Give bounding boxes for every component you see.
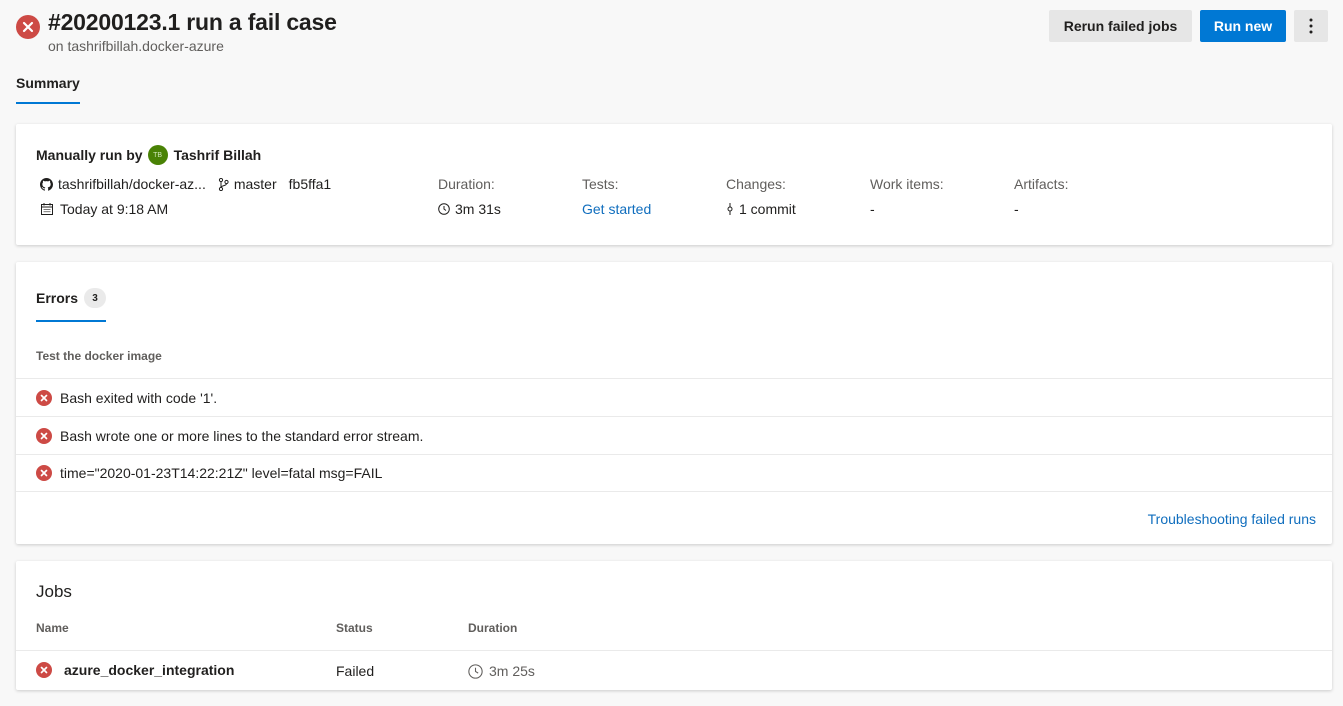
- job-duration-text: 3m 25s: [489, 663, 535, 679]
- troubleshooting-link[interactable]: Troubleshooting failed runs: [1148, 511, 1316, 527]
- run-timestamp: Today at 9:18 AM: [60, 201, 169, 217]
- branch-name[interactable]: master: [234, 176, 277, 192]
- tests-label: Tests:: [582, 176, 619, 192]
- errors-count-badge: 3: [84, 288, 107, 308]
- repo-info: tashrifbillah/docker-az... master fb5ffa…: [40, 176, 331, 192]
- run-by: Manually run by TB Tashrif Billah: [36, 145, 261, 165]
- changes-text[interactable]: 1 commit: [739, 201, 796, 217]
- duration-value: 3m 31s: [438, 201, 501, 217]
- error-message: Bash wrote one or more lines to the stan…: [60, 427, 424, 444]
- column-header-duration: Duration: [468, 621, 518, 635]
- run-by-label: Manually run by: [36, 147, 143, 163]
- duration-text: 3m 31s: [455, 201, 501, 217]
- run-failed-status-icon: [16, 15, 40, 39]
- error-section-title: Test the docker image: [36, 349, 162, 363]
- error-icon: [36, 389, 52, 406]
- calendar-icon: [41, 203, 53, 215]
- commit-hash[interactable]: fb5ffa1: [289, 176, 332, 192]
- list-item[interactable]: Bash wrote one or more lines to the stan…: [16, 416, 1332, 454]
- clock-icon: [438, 203, 450, 215]
- changes-value[interactable]: 1 commit: [727, 201, 796, 217]
- tests-get-started-link[interactable]: Get started: [582, 201, 651, 217]
- error-message: Bash exited with code '1'.: [60, 389, 218, 406]
- error-icon: [36, 427, 52, 444]
- branch-icon: [218, 177, 229, 191]
- tab-summary[interactable]: Summary: [16, 75, 80, 104]
- clock-icon: [468, 663, 483, 679]
- work-items-label: Work items:: [870, 176, 944, 192]
- tab-errors[interactable]: Errors 3: [36, 288, 107, 322]
- column-header-status: Status: [336, 621, 373, 635]
- run-time: Today at 9:18 AM: [41, 201, 168, 217]
- table-row[interactable]: azure_docker_integration Failed 3m 25s: [16, 650, 1332, 690]
- github-icon: [40, 177, 53, 191]
- commit-icon: [727, 203, 733, 215]
- page-title: #20200123.1 run a fail case: [48, 9, 337, 35]
- duration-label: Duration:: [438, 176, 495, 192]
- job-failed-icon: [36, 662, 52, 678]
- artifacts-label: Artifacts:: [1014, 176, 1069, 192]
- error-icon: [36, 465, 52, 481]
- job-name[interactable]: azure_docker_integration: [64, 662, 234, 678]
- more-vertical-icon: [1309, 18, 1313, 34]
- changes-label: Changes:: [726, 176, 786, 192]
- repo-link[interactable]: tashrifbillah/docker-az...: [58, 176, 206, 192]
- list-item[interactable]: Bash exited with code '1'.: [16, 378, 1332, 416]
- errors-tab-label: Errors: [36, 290, 79, 306]
- jobs-title: Jobs: [36, 582, 72, 601]
- run-new-button[interactable]: Run new: [1200, 10, 1286, 42]
- job-duration: 3m 25s: [468, 663, 535, 679]
- run-by-user[interactable]: Tashrif Billah: [174, 147, 262, 163]
- avatar: TB: [147, 145, 168, 165]
- pipeline-subtitle: on tashrifbillah.docker-azure: [48, 38, 224, 54]
- column-header-name: Name: [36, 621, 69, 635]
- artifacts-value: -: [1014, 201, 1019, 217]
- rerun-failed-jobs-button[interactable]: Rerun failed jobs: [1049, 10, 1192, 42]
- jobs-card: Jobs Name Status Duration azure_docker_i…: [16, 561, 1332, 690]
- errors-card: Errors 3 Test the docker image Bash exit…: [16, 262, 1332, 544]
- more-actions-button[interactable]: [1294, 10, 1328, 42]
- job-status: Failed: [336, 663, 375, 679]
- work-items-value: -: [870, 201, 875, 217]
- error-message: time="2020-01-23T14:22:21Z" level=fatal …: [60, 465, 383, 481]
- run-summary-card: Manually run by TB Tashrif Billah tashri…: [16, 124, 1332, 245]
- list-item[interactable]: time="2020-01-23T14:22:21Z" level=fatal …: [16, 454, 1332, 492]
